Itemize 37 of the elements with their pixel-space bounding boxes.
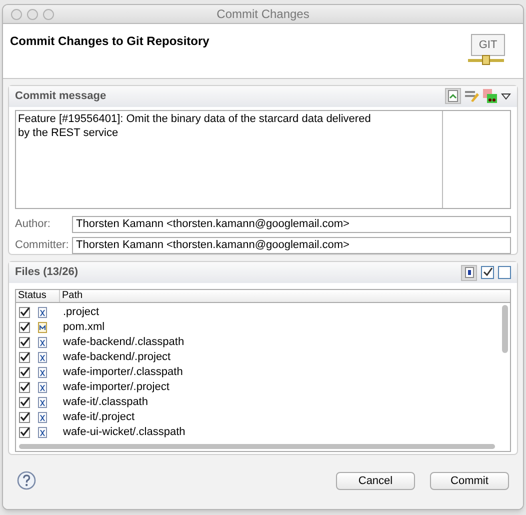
committer-label: Committer: [15, 238, 70, 253]
checkbox[interactable] [19, 382, 30, 393]
deselect-all-icon[interactable] [498, 266, 511, 279]
file-path[interactable]: wafe-backend/.classpath [63, 334, 184, 351]
file-path[interactable]: wafe-it/.classpath [63, 394, 148, 411]
column-header[interactable]: Status [16, 290, 60, 302]
dialog-title: Commit Changes to Git Repository [10, 33, 210, 47]
file-path[interactable]: wafe-backend/.project [63, 349, 171, 366]
column-header[interactable]: Path [60, 290, 83, 302]
section-title: Commit message [15, 89, 106, 104]
committer-field[interactable]: Thorsten Kamann <thorsten.kamann@googlemail.com> [72, 236, 511, 254]
help-icon[interactable] [17, 471, 36, 490]
checkbox[interactable] [19, 367, 30, 378]
dialog-button[interactable]: Cancel [336, 472, 415, 490]
file-path[interactable]: .project [63, 304, 100, 321]
author-label: Author: [15, 217, 52, 232]
section-title: Files (13/26) [15, 265, 78, 280]
signoff-icon[interactable] [483, 89, 497, 104]
dropdown-arrow-icon[interactable] [501, 92, 511, 100]
file-path[interactable]: wafe-ui-wicket/.classpath [63, 424, 186, 441]
checkbox[interactable] [19, 412, 30, 423]
checkbox[interactable] [19, 352, 30, 363]
scrollbar[interactable] [502, 305, 508, 353]
checkbox[interactable] [19, 427, 30, 438]
file-path[interactable]: pom.xml [63, 319, 105, 336]
window-title: Commit Changes [216, 6, 310, 23]
dialog-button[interactable]: Commit [430, 472, 509, 490]
file-path[interactable]: wafe-importer/.project [63, 379, 170, 396]
checkbox[interactable] [19, 397, 30, 408]
file-path[interactable]: wafe-it/.project [63, 409, 135, 426]
horizontal-scrollbar[interactable] [19, 444, 495, 448]
file-path[interactable]: wafe-importer/.classpath [63, 364, 183, 381]
author-field[interactable]: Thorsten Kamann <thorsten.kamann@googlemail.com> [72, 216, 511, 233]
checkbox[interactable] [19, 337, 30, 348]
checkbox[interactable] [19, 307, 30, 318]
select-all-icon[interactable] [481, 266, 494, 279]
checkbox[interactable] [19, 322, 30, 333]
